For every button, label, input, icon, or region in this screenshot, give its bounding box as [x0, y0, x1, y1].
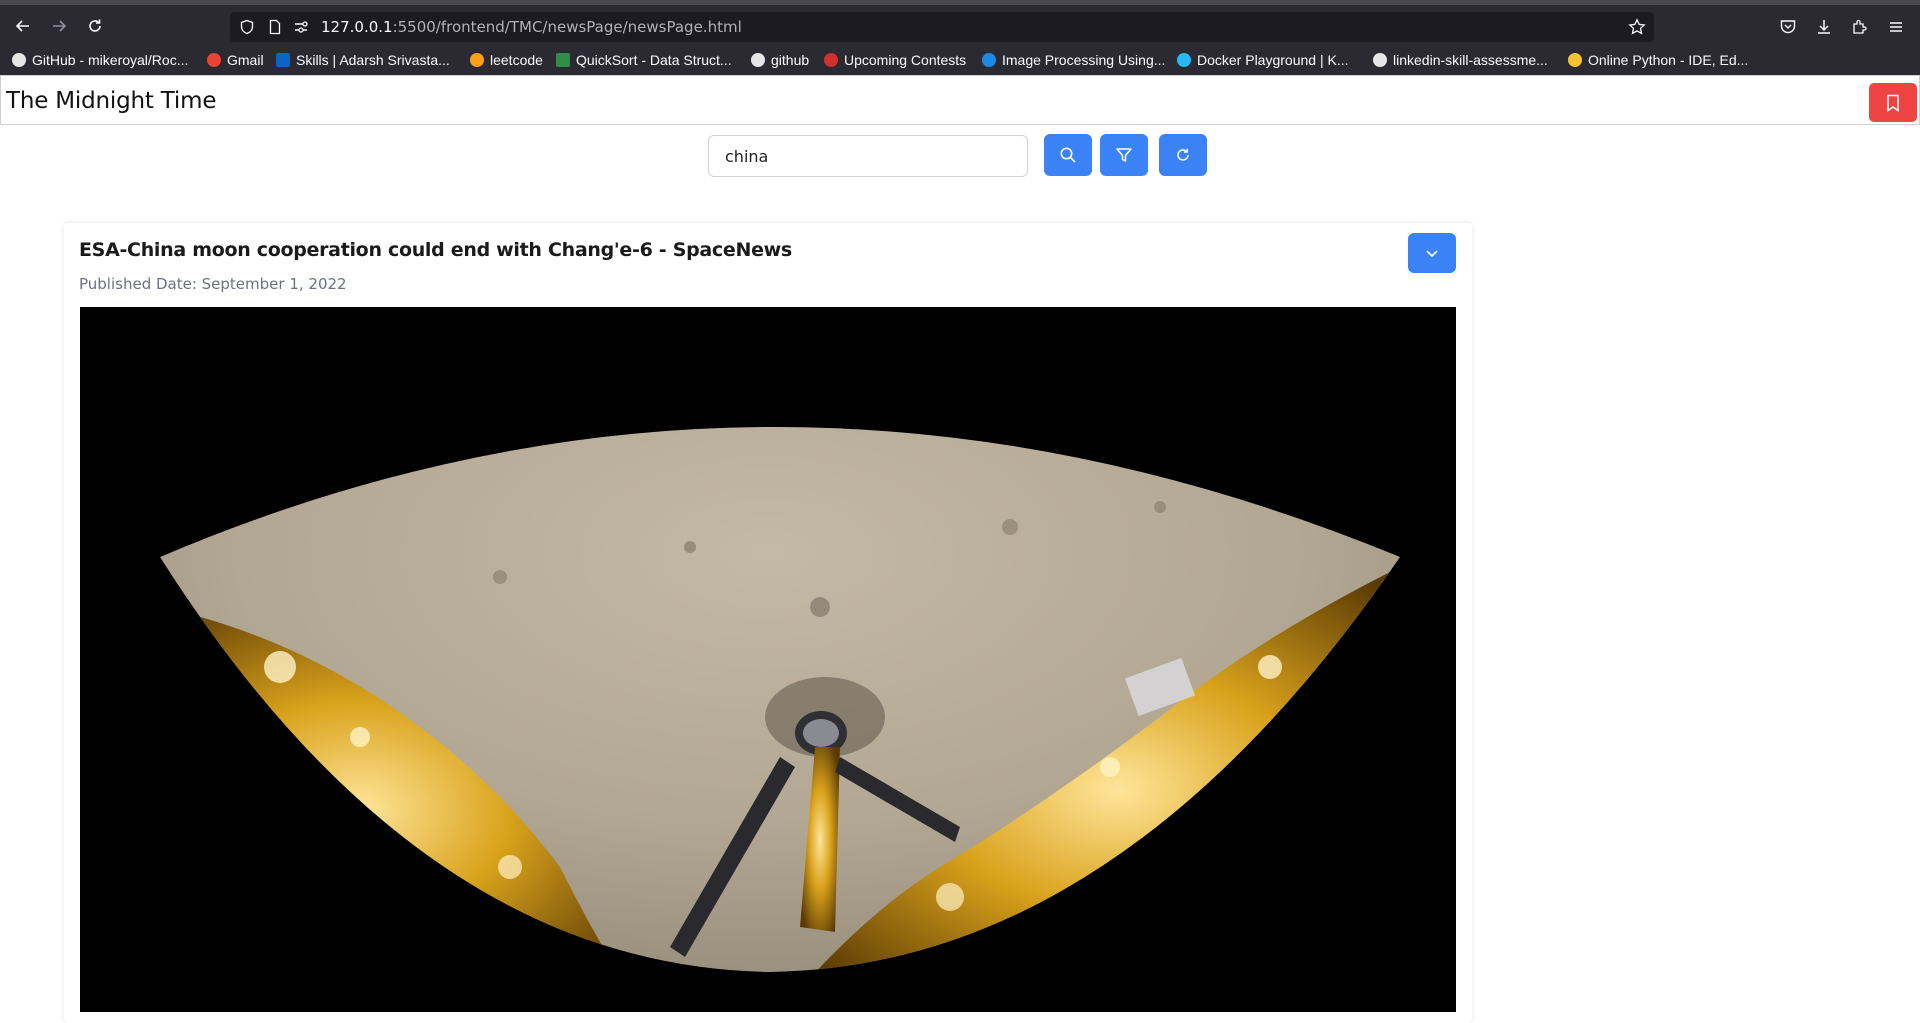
refresh-icon: [1177, 148, 1189, 161]
search-button[interactable]: [1044, 134, 1092, 176]
filter-icon: [1116, 148, 1132, 162]
url-text: 127.0.0.1:5500/frontend/TMC/newsPage/new…: [321, 18, 742, 36]
github-icon: [751, 53, 765, 67]
leetcode-icon: [470, 53, 484, 67]
menu-icon: [1890, 22, 1902, 32]
news-card: ESA-China moon cooperation could end wit…: [64, 223, 1472, 1023]
bookmark-item[interactable]: linkedin-skill-assessme...: [1373, 50, 1548, 70]
bookmark-item[interactable]: GitHub - mikeroyal/Roc...: [12, 50, 188, 70]
bookmark-item[interactable]: Skills | Adarsh Srivasta...: [276, 50, 450, 70]
bookmark-item[interactable]: Image Processing Using...: [982, 50, 1165, 70]
article-title[interactable]: ESA-China moon cooperation could end wit…: [79, 239, 792, 261]
bookmarks-button[interactable]: [1869, 83, 1917, 122]
url-bar[interactable]: 127.0.0.1:5500/frontend/TMC/newsPage/new…: [230, 12, 1654, 42]
expand-button[interactable]: [1408, 233, 1456, 273]
extensions-icon: [1853, 19, 1867, 34]
gfg-icon: [556, 53, 570, 67]
bookmark-item[interactable]: leetcode: [470, 50, 543, 70]
brand-title[interactable]: The Midnight Time: [6, 88, 216, 114]
bookmark-label: Image Processing Using...: [1002, 52, 1166, 68]
contest-icon: [824, 53, 838, 67]
page-content: The Midnight Time ESA-China moon coopera…: [0, 75, 1920, 1023]
url-host: 127.0.0.1: [321, 18, 393, 36]
bookmark-label: Gmail: [227, 52, 264, 68]
github-icon: [1373, 53, 1387, 67]
bookmark-item[interactable]: Upcoming Contests: [824, 50, 966, 70]
menu-button[interactable]: [1883, 14, 1909, 40]
search-input[interactable]: [708, 135, 1028, 177]
article-image[interactable]: [80, 307, 1456, 1012]
python-icon: [1568, 53, 1582, 67]
bookmark-label: github: [771, 52, 810, 68]
download-icon: [1818, 20, 1830, 34]
bookmark-label: Upcoming Contests: [844, 52, 967, 68]
bookmark-label: leetcode: [490, 52, 543, 68]
browser-toolbar: 127.0.0.1:5500/frontend/TMC/newsPage/new…: [0, 0, 1920, 45]
extensions-button[interactable]: [1847, 14, 1873, 40]
bookmark-label: linkedin-skill-assessme...: [1393, 52, 1548, 68]
bookmark-label: GitHub - mikeroyal/Roc...: [32, 52, 189, 68]
linkedin-icon: [276, 53, 290, 67]
article-date: Published Date: September 1, 2022: [79, 275, 347, 293]
bookmark-item[interactable]: Gmail: [207, 50, 264, 70]
gmail-icon: [207, 53, 221, 67]
refresh-button[interactable]: [1159, 134, 1207, 176]
bookmark-item[interactable]: QuickSort - Data Struct...: [556, 50, 732, 70]
bookmark-item[interactable]: Docker Playground | K...: [1177, 50, 1348, 70]
reload-button[interactable]: [81, 12, 109, 40]
docker-icon: [1177, 53, 1191, 67]
forward-icon: [53, 20, 67, 32]
page-icon[interactable]: [266, 18, 284, 36]
bookmark-label: Skills | Adarsh Srivasta...: [296, 52, 450, 68]
filter-button[interactable]: [1100, 134, 1148, 176]
bookmarks-toolbar: GitHub - mikeroyal/Roc... Gmail Skills |…: [0, 45, 1920, 75]
bookmark-site-icon: [982, 53, 996, 67]
app-navbar: The Midnight Time: [0, 75, 1920, 125]
github-icon: [12, 53, 26, 67]
star-icon[interactable]: [1628, 18, 1646, 36]
forward-button[interactable]: [45, 12, 73, 40]
lunar-surface-image: [80, 307, 1456, 1012]
bookmark-item[interactable]: github: [751, 50, 809, 70]
bookmark-label: Docker Playground | K...: [1197, 52, 1349, 68]
reload-icon: [89, 19, 101, 32]
bookmark-label: Online Python - IDE, Ed...: [1588, 52, 1749, 68]
bookmark-label: QuickSort - Data Struct...: [576, 52, 732, 68]
back-button[interactable]: [9, 12, 37, 40]
pocket-button[interactable]: [1775, 14, 1801, 40]
url-path: :5500/frontend/TMC/newsPage/newsPage.htm…: [392, 18, 742, 36]
bookmark-item[interactable]: Online Python - IDE, Ed...: [1568, 50, 1748, 70]
bookmark-icon: [1887, 94, 1899, 112]
shield-icon[interactable]: [238, 18, 256, 36]
pocket-icon: [1780, 20, 1796, 34]
chevron-down-icon: [1426, 250, 1438, 258]
search-icon: [1060, 147, 1076, 163]
permissions-icon[interactable]: [292, 18, 310, 36]
downloads-button[interactable]: [1811, 14, 1837, 40]
back-icon: [15, 20, 29, 32]
